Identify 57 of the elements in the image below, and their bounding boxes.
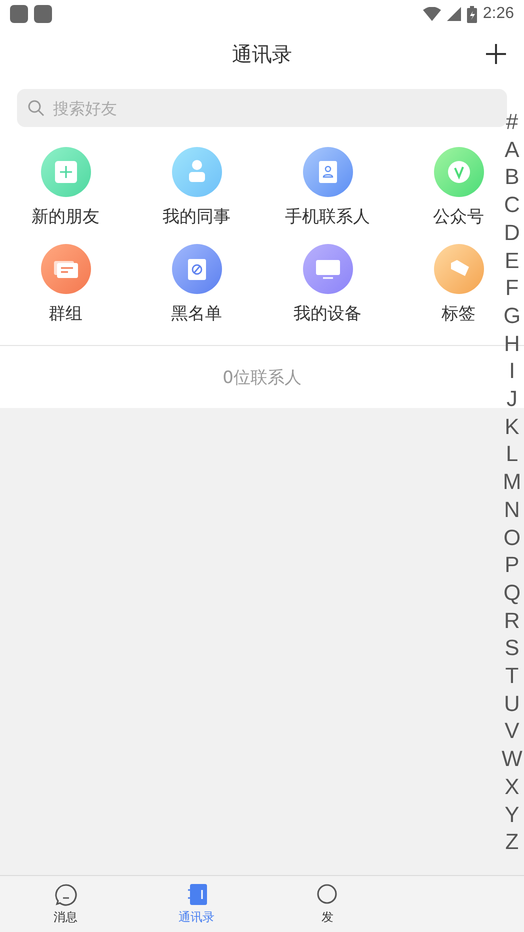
entry-label[interactable]: 新的朋友: [32, 205, 100, 228]
tag-icon[interactable]: [434, 244, 484, 294]
official-icon[interactable]: [434, 147, 484, 197]
nav-tab[interactable]: 消息: [0, 876, 131, 932]
entry-label[interactable]: 我的设备: [294, 302, 362, 325]
entry-label[interactable]: 公众号: [433, 205, 484, 228]
index-letter[interactable]: D: [504, 218, 520, 247]
notification-icon: [34, 5, 52, 23]
index-letter[interactable]: J: [506, 385, 518, 413]
index-letter[interactable]: H: [504, 330, 520, 358]
notification-icon: [10, 5, 28, 23]
index-letter[interactable]: V: [504, 717, 520, 746]
wifi-icon: [422, 7, 441, 21]
index-letter[interactable]: Z: [505, 828, 519, 856]
entry-label[interactable]: 群组: [48, 302, 82, 325]
battery-icon: [466, 6, 477, 22]
entry-label[interactable]: 黑名单: [171, 302, 222, 325]
index-letter[interactable]: L: [506, 440, 518, 468]
index-letter[interactable]: Y: [504, 800, 520, 828]
index-letter[interactable]: M: [502, 468, 522, 496]
index-letter[interactable]: N: [504, 496, 520, 524]
device-icon[interactable]: [302, 244, 352, 294]
index-letter[interactable]: B: [504, 163, 520, 192]
contact-count: 0位联系人: [222, 366, 302, 388]
entry-label[interactable]: 标签: [442, 302, 476, 325]
group-icon[interactable]: [40, 244, 90, 294]
index-letter[interactable]: A: [504, 136, 520, 164]
entry-label[interactable]: 我的同事: [162, 205, 230, 228]
index-letter[interactable]: K: [504, 412, 520, 440]
blacklist-icon[interactable]: [172, 244, 222, 294]
status-time: 2:26: [482, 5, 514, 23]
index-letter[interactable]: U: [504, 690, 520, 718]
index-letter[interactable]: Q: [503, 578, 521, 607]
index-letter[interactable]: O: [503, 524, 521, 552]
index-letter[interactable]: G: [503, 302, 521, 330]
index-letter[interactable]: I: [508, 357, 516, 386]
index-letter[interactable]: F: [505, 274, 519, 302]
index-letter[interactable]: X: [504, 772, 520, 801]
index-letter[interactable]: W: [502, 745, 522, 773]
nav-tab[interactable]: 发: [262, 876, 393, 932]
signal-icon: [446, 7, 461, 21]
index-letter[interactable]: R: [504, 606, 520, 634]
new-friend-icon[interactable]: [40, 147, 90, 197]
index-letter[interactable]: #: [506, 108, 518, 136]
index-letter[interactable]: T: [505, 662, 519, 690]
index-letter[interactable]: P: [504, 551, 520, 579]
index-letter[interactable]: C: [504, 191, 520, 219]
discover-icon: [316, 882, 340, 906]
page-title: 通讯录: [232, 40, 292, 68]
add-icon[interactable]: [484, 42, 508, 66]
colleague-icon[interactable]: [172, 147, 222, 197]
phone-contact-icon[interactable]: [302, 147, 352, 197]
chat-icon: [54, 882, 78, 906]
index-letter[interactable]: S: [504, 634, 520, 662]
entry-label[interactable]: 手机联系人: [285, 205, 370, 228]
search-field[interactable]: 搜索好友: [17, 89, 507, 127]
index-letter[interactable]: E: [504, 246, 520, 274]
